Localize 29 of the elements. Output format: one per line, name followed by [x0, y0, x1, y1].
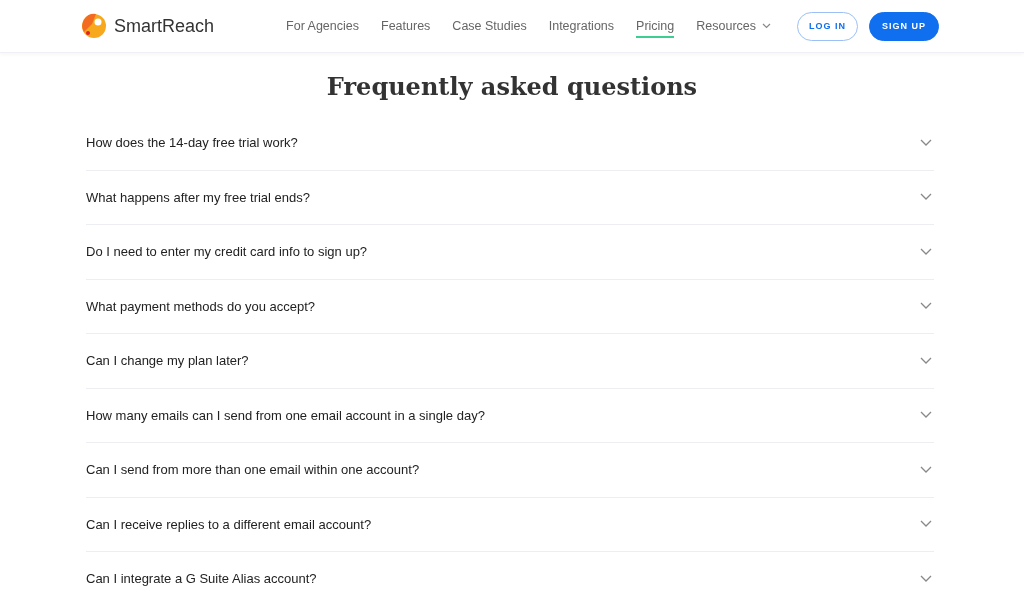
section-title: Frequently asked questions — [325, 72, 699, 101]
faq-item[interactable]: Can I change my plan later? — [86, 334, 934, 389]
faq-item[interactable]: Do I need to enter my credit card info to sign up? — [86, 225, 934, 280]
faq-question: What payment methods do you accept? — [86, 298, 316, 314]
faq-question: Can I integrate a G Suite Alias account? — [86, 571, 317, 587]
faq-question: What happens after my free trial ends? — [86, 189, 310, 205]
faq-question: Do I need to enter my credit card info to sign up? — [86, 244, 368, 260]
nav-link[interactable]: For Agencies — [286, 14, 359, 38]
faq-question: How does the 14-day free trial work? — [86, 135, 298, 151]
faq-question: How many emails can I send from one email account in a single day? — [86, 407, 485, 423]
faq-item[interactable]: Can I integrate a G Suite Alias account? — [86, 552, 934, 602]
faq-item[interactable]: What payment methods do you accept? — [86, 279, 934, 334]
faq-item[interactable]: How many emails can I send from one email account in a single day? — [86, 388, 934, 443]
nav-link[interactable]: Resources — [696, 14, 771, 38]
faq-question: Can I receive replies to a different email account? — [86, 516, 372, 532]
login-button[interactable]: LOG IN — [797, 11, 858, 41]
faq-item[interactable]: Can I send from more than one email within one account? — [86, 443, 934, 498]
faq-item[interactable]: What happens after my free trial ends? — [86, 170, 934, 225]
nav-link[interactable]: Pricing — [636, 14, 675, 38]
faq-item[interactable]: Can I receive replies to a different email account? — [86, 497, 934, 552]
faq-item[interactable]: How does the 14-day free trial work? — [86, 116, 934, 171]
faq-question: Can I change my plan later? — [86, 353, 249, 369]
nav-link[interactable]: Integrations — [548, 14, 615, 38]
nav-link[interactable]: Case Studies — [452, 14, 527, 38]
signup-button[interactable]: SIGN UP — [869, 11, 939, 41]
logo-icon — [80, 12, 108, 40]
faq-question: Can I send from more than one email within one account? — [86, 462, 420, 478]
nav-link[interactable]: Features — [381, 14, 431, 38]
logo-text[interactable]: SmartReach — [114, 15, 215, 37]
